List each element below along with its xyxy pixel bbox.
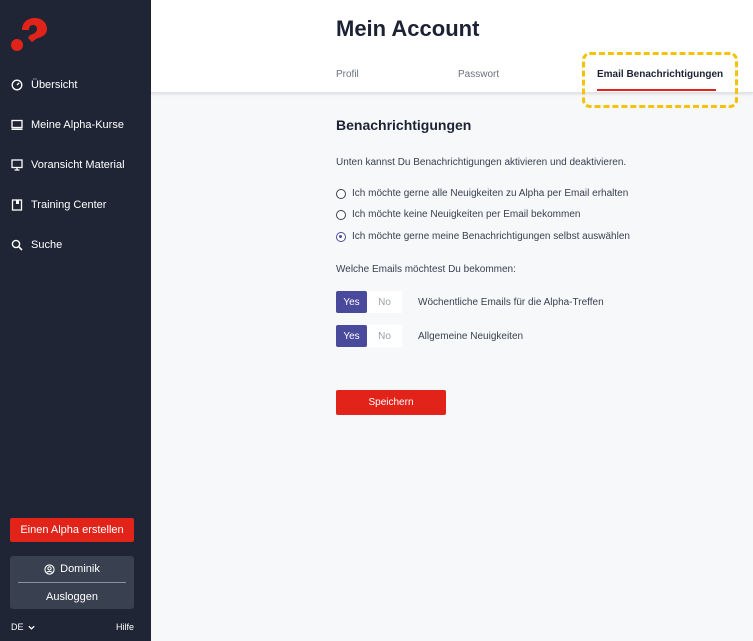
toggle-label: Allgemeine Neuigkeiten <box>418 330 524 342</box>
toggle-weekly-emails: Yes No Wöchentliche Emails für die Alpha… <box>336 291 604 313</box>
yes-button[interactable]: Yes <box>336 291 367 313</box>
search-icon <box>11 239 23 251</box>
logout-button[interactable]: Ausloggen <box>10 584 134 609</box>
radio-option-all-news[interactable]: Ich möchte gerne alle Neuigkeiten zu Alp… <box>336 188 628 199</box>
radio-button-checked[interactable] <box>336 231 346 242</box>
chevron-down-icon <box>27 625 35 630</box>
radio-label: Ich möchte keine Neuigkeiten per Email b… <box>352 209 581 220</box>
language-selector[interactable]: DE <box>11 622 36 632</box>
radio-option-custom[interactable]: Ich möchte gerne meine Benachrichtigunge… <box>336 231 630 242</box>
radio-button[interactable] <box>336 188 346 199</box>
toggle-general-news: Yes No Allgemeine Neuigkeiten <box>336 325 523 347</box>
monitor-icon <box>11 119 23 131</box>
create-alpha-button[interactable]: Einen Alpha erstellen <box>10 518 134 542</box>
sidebar-item-label: Übersicht <box>31 79 78 91</box>
user-box: Dominik Ausloggen <box>10 556 134 609</box>
tab-passwort[interactable]: Passwort <box>458 69 499 80</box>
user-icon <box>44 563 55 575</box>
sidebar-item-label: Suche <box>31 239 63 251</box>
radio-button[interactable] <box>336 209 346 220</box>
sidebar-item-voransicht-material[interactable]: Voransicht Material <box>11 155 125 175</box>
section-title: Benachrichtigungen <box>336 117 472 133</box>
email-question: Welche Emails möchtest Du bekommen: <box>336 264 516 275</box>
radio-label: Ich möchte gerne alle Neuigkeiten zu Alp… <box>352 188 629 199</box>
info-text: Unten kannst Du Benachrichtigungen aktiv… <box>336 157 627 168</box>
sidebar-item-label: Voransicht Material <box>31 159 125 171</box>
active-tab-indicator <box>597 89 716 91</box>
page-title: Mein Account <box>336 16 480 41</box>
radio-label: Ich möchte gerne meine Benachrichtigunge… <box>352 231 630 242</box>
sidebar: Übersicht Meine Alpha-Kurse Voransicht M… <box>0 0 151 641</box>
sidebar-item-label: Training Center <box>31 199 107 211</box>
no-button[interactable]: No <box>367 325 402 347</box>
sidebar-item-training-center[interactable]: Training Center <box>11 195 106 215</box>
help-link[interactable]: Hilfe <box>116 622 134 632</box>
highlight-box <box>582 52 738 108</box>
user-menu[interactable]: Dominik <box>10 556 134 582</box>
sidebar-item-meine-alpha-kurse[interactable]: Meine Alpha-Kurse <box>11 115 124 135</box>
language-label: DE <box>11 622 24 632</box>
divider <box>18 582 126 583</box>
tab-profil[interactable]: Profil <box>336 69 359 80</box>
toggle-label: Wöchentliche Emails für die Alpha-Treffe… <box>418 296 604 308</box>
screen-icon <box>11 159 23 171</box>
tab-email-benachrichtigungen[interactable]: Email Benachrichtigungen <box>597 69 723 80</box>
alpha-logo[interactable] <box>10 16 48 52</box>
gauge-icon <box>11 79 23 91</box>
radio-option-no-news[interactable]: Ich möchte keine Neuigkeiten per Email b… <box>336 209 580 220</box>
sidebar-item-label: Meine Alpha-Kurse <box>31 119 124 131</box>
save-button[interactable]: Speichern <box>336 390 446 415</box>
book-icon <box>11 199 23 211</box>
page-header: Mein Account Profil Passwort Email Benac… <box>151 0 753 108</box>
sidebar-item-suche[interactable]: Suche <box>11 235 62 255</box>
yes-button[interactable]: Yes <box>336 325 367 347</box>
sidebar-item-uebersicht[interactable]: Übersicht <box>11 75 77 95</box>
no-button[interactable]: No <box>367 291 402 313</box>
user-name: Dominik <box>60 563 100 575</box>
